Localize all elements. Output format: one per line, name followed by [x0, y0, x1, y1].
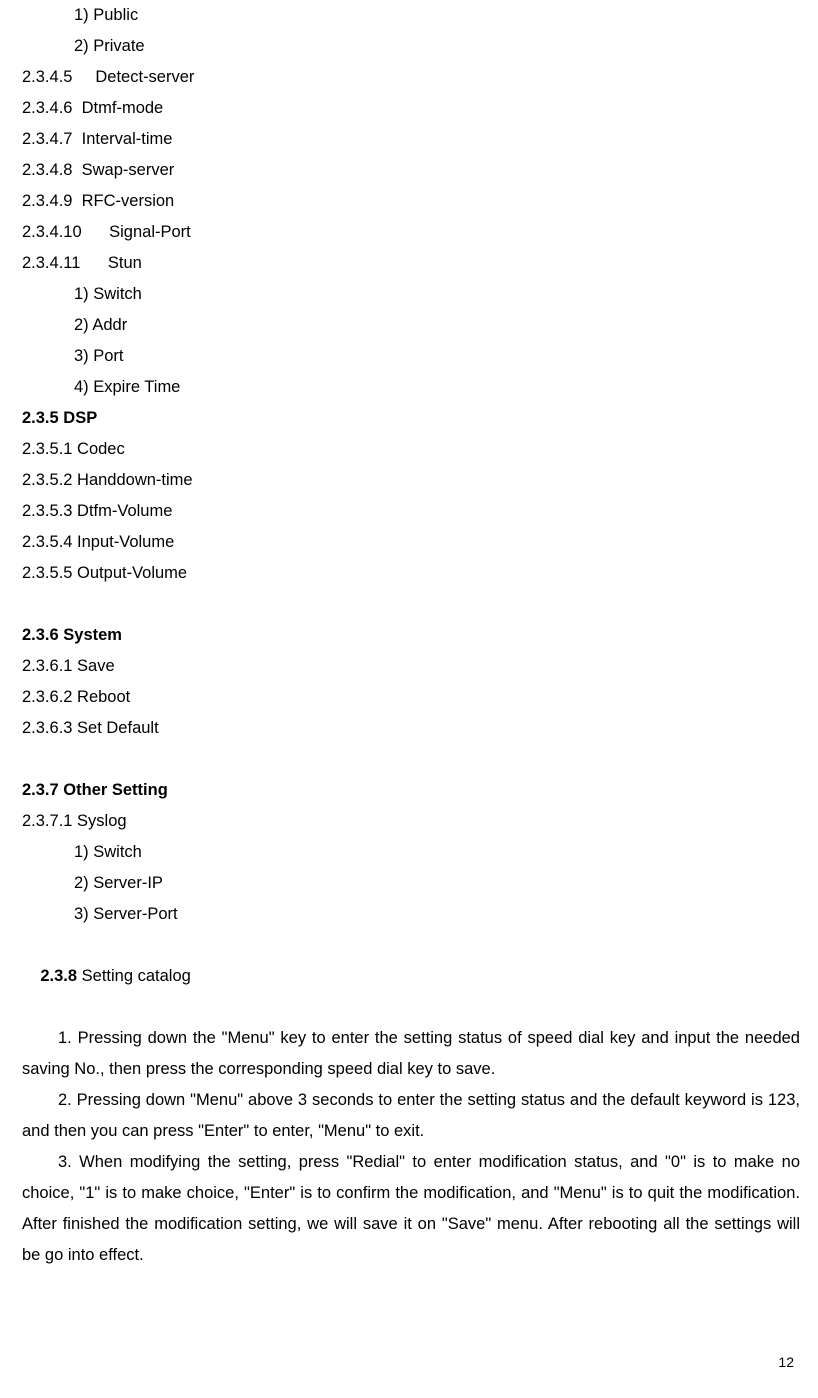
blank-line — [22, 589, 800, 620]
paragraph: 2. Pressing down "Menu" above 3 seconds … — [22, 1085, 800, 1147]
toc-item: 2.3.5.5 Output-Volume — [22, 558, 800, 589]
toc-item: 1) Switch — [22, 837, 800, 868]
toc-item: 4) Expire Time — [22, 372, 800, 403]
toc-item: 2.3.4.11 Stun — [22, 248, 800, 279]
paragraph: 1. Pressing down the "Menu" key to enter… — [22, 1023, 800, 1085]
toc-item: 2.3.5.2 Handdown-time — [22, 465, 800, 496]
page-number: 12 — [778, 1347, 794, 1378]
toc-item: 2.3.4.7 Interval-time — [22, 124, 800, 155]
paragraph: 3. When modifying the setting, press "Re… — [22, 1147, 800, 1271]
toc-item: 2.3.6.3 Set Default — [22, 713, 800, 744]
toc-item: 2) Server-IP — [22, 868, 800, 899]
blank-line — [22, 744, 800, 775]
toc-item: 3) Port — [22, 341, 800, 372]
toc-item: 1) Switch — [22, 279, 800, 310]
toc-item: 2.3.7.1 Syslog — [22, 806, 800, 837]
toc-heading-other-setting: 2.3.7 Other Setting — [22, 775, 800, 806]
toc-item: 3) Server-Port — [22, 899, 800, 930]
toc-item: 2.3.6.1 Save — [22, 651, 800, 682]
heading-number: 2.3.8 — [40, 967, 77, 985]
toc-item: 2.3.6.2 Reboot — [22, 682, 800, 713]
toc-item: 2.3.5.1 Codec — [22, 434, 800, 465]
heading-text: Setting catalog — [77, 967, 191, 985]
toc-item: 2.3.4.6 Dtmf-mode — [22, 93, 800, 124]
toc-item: 2) Addr — [22, 310, 800, 341]
toc-item: 2) Private — [22, 31, 800, 62]
document-page: 1) Public 2) Private 2.3.4.5 Detect-serv… — [0, 0, 818, 1398]
toc-item: 1) Public — [22, 0, 800, 31]
toc-heading-dsp: 2.3.5 DSP — [22, 403, 800, 434]
toc-heading-system: 2.3.6 System — [22, 620, 800, 651]
toc-item: 2.3.4.9 RFC-version — [22, 186, 800, 217]
toc-item: 2.3.4.5 Detect-server — [22, 62, 800, 93]
toc-item: 2.3.5.3 Dtfm-Volume — [22, 496, 800, 527]
toc-item: 2.3.5.4 Input-Volume — [22, 527, 800, 558]
toc-heading-setting-catalog: 2.3.8 Setting catalog — [22, 930, 800, 1023]
toc-item: 2.3.4.8 Swap-server — [22, 155, 800, 186]
toc-item: 2.3.4.10 Signal-Port — [22, 217, 800, 248]
